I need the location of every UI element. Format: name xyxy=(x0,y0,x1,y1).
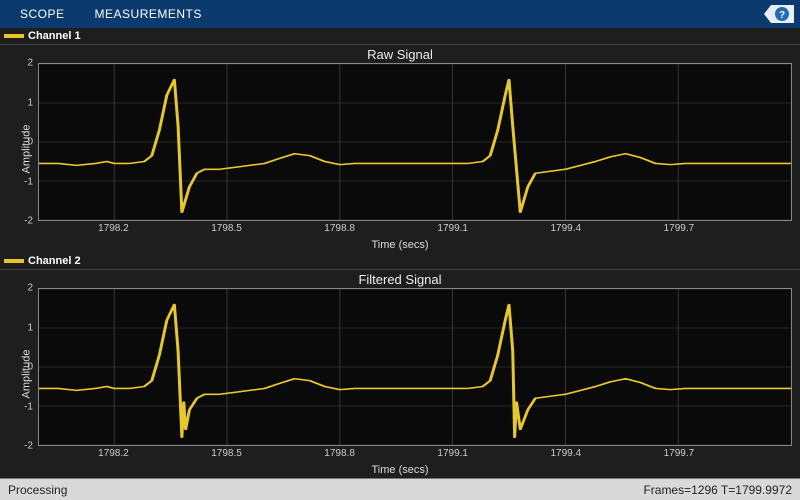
plot-2-svg xyxy=(38,288,792,446)
help-button[interactable]: ? xyxy=(764,3,794,25)
statusbar: Processing Frames=1296 T=1799.9972 xyxy=(0,478,800,500)
channel-1-swatch xyxy=(4,34,24,38)
tab-scope[interactable]: SCOPE xyxy=(20,7,65,21)
tab-measurements[interactable]: MEASUREMENTS xyxy=(95,7,202,21)
plot-1-title: Raw Signal xyxy=(0,45,800,63)
help-icon: ? xyxy=(764,3,794,25)
plot-1-xlabel: Time (secs) xyxy=(371,239,428,251)
plot-2-xticks: 1798.21798.51798.81799.11799.41799.7 xyxy=(38,448,792,462)
scope-area: Channel 1 Raw Signal Amplitude -2-1012 1… xyxy=(0,28,800,478)
channel-bar-1: Channel 1 xyxy=(0,28,800,45)
channel-1-label: Channel 1 xyxy=(28,30,81,42)
plot-2-title: Filtered Signal xyxy=(0,270,800,288)
plot-1-yticks: -2-1012 xyxy=(0,63,36,221)
channel-2-swatch xyxy=(4,259,24,263)
status-left: Processing xyxy=(8,483,67,497)
plot-2-xlabel: Time (secs) xyxy=(371,464,428,476)
plot-2-yticks: -2-1012 xyxy=(0,288,36,446)
channel-bar-2: Channel 2 xyxy=(0,253,800,270)
svg-text:?: ? xyxy=(779,10,785,21)
status-right: Frames=1296 T=1799.9972 xyxy=(643,483,792,497)
plot-panel-1[interactable]: Raw Signal Amplitude -2-1012 1798.21798.… xyxy=(0,45,800,253)
plot-panel-2[interactable]: Filtered Signal Amplitude -2-1012 1798.2… xyxy=(0,270,800,478)
plot-1-axes xyxy=(38,63,792,221)
plot-2-axes xyxy=(38,288,792,446)
channel-2-label: Channel 2 xyxy=(28,255,81,267)
plot-1-svg xyxy=(38,63,792,221)
plot-1-xticks: 1798.21798.51798.81799.11799.41799.7 xyxy=(38,223,792,237)
toolbar: SCOPE MEASUREMENTS ? xyxy=(0,0,800,28)
